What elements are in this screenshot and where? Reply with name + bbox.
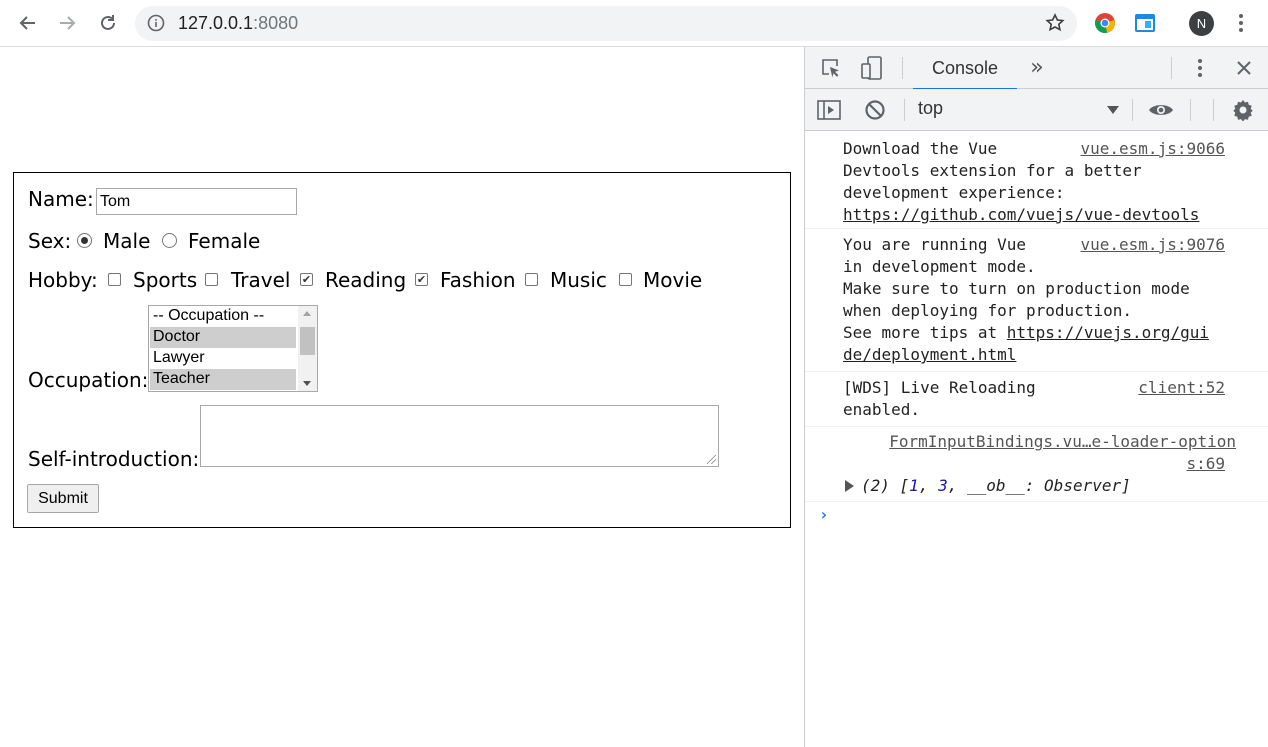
occupation-option[interactable]: Teacher xyxy=(150,369,296,390)
back-button[interactable] xyxy=(16,11,40,35)
radio-female-label: Female xyxy=(188,229,261,253)
devtools-tabbar: Console » xyxy=(805,47,1268,90)
arrow-left-icon xyxy=(19,16,35,30)
logged-array[interactable]: (2) [1, 3, __ob__: Observer] xyxy=(861,475,1131,497)
occupation-label: Occupation: xyxy=(28,368,149,392)
chrome-extension-icon[interactable] xyxy=(1094,12,1116,34)
checkbox-sports[interactable] xyxy=(108,273,121,286)
console-line: You are running Vue xyxy=(843,235,1027,254)
scroll-thumb[interactable] xyxy=(300,327,315,355)
devtools-panel: Console » top vue.esm.js:9066 Download t… xyxy=(804,47,1268,747)
radio-male[interactable] xyxy=(77,233,92,248)
close-icon[interactable] xyxy=(1232,56,1256,80)
window-extension-icon[interactable] xyxy=(1134,12,1156,34)
console-line: Download the Vue xyxy=(843,139,998,158)
context-selector[interactable]: top xyxy=(918,98,943,119)
form-container: Name: Sex: Male Female Hobby: Sports Tra… xyxy=(13,172,791,528)
console-line: enabled. xyxy=(843,400,921,419)
console-line: Devtools extension for a better xyxy=(843,161,1142,180)
tab-console[interactable]: Console xyxy=(913,47,1017,90)
forward-button[interactable] xyxy=(55,11,79,35)
radio-male-label: Male xyxy=(103,229,151,253)
address-bar[interactable]: 127.0.0.1:8080 xyxy=(135,6,1077,41)
more-tabs-icon[interactable]: » xyxy=(1025,55,1049,80)
inspect-element-icon[interactable] xyxy=(819,56,843,80)
console-line: See more tips at https://vuejs.org/gui xyxy=(843,323,1210,342)
profile-avatar[interactable]: N xyxy=(1189,11,1214,36)
occupation-multiselect[interactable]: -- Occupation -- Doctor Lawyer Teacher xyxy=(148,305,318,392)
checkbox-movie[interactable] xyxy=(619,273,632,286)
console-prompt-row[interactable]: › xyxy=(805,502,1268,532)
listbox-scrollbar[interactable] xyxy=(298,306,317,391)
console-line: development experience: xyxy=(843,183,1065,202)
prompt-chevron-icon: › xyxy=(819,505,829,524)
console-line: [WDS] Live Reloading xyxy=(843,378,1036,397)
console-toolbar: top xyxy=(805,89,1268,131)
intro-textarea[interactable] xyxy=(200,405,719,467)
url-text: 127.0.0.1:8080 xyxy=(178,13,299,33)
arrow-right-icon xyxy=(60,16,76,30)
checkbox-music-label: Music xyxy=(550,268,607,292)
source-link[interactable]: client:52 xyxy=(1138,377,1225,399)
name-label: Name: xyxy=(28,187,94,211)
console-line: in development mode. xyxy=(843,257,1036,276)
console-url-link[interactable]: de/deployment.html xyxy=(843,344,1016,366)
console-message: vue.esm.js:9076 You are running Vue in d… xyxy=(805,229,1268,372)
intro-label: Self-introduction: xyxy=(28,447,200,471)
clear-console-icon[interactable] xyxy=(863,98,887,122)
submit-button[interactable]: Submit xyxy=(27,484,99,513)
occupation-option[interactable]: Doctor xyxy=(150,327,296,348)
source-link[interactable]: s:69 xyxy=(1186,453,1225,475)
console-url-link[interactable]: https://github.com/vuejs/vue-devtools xyxy=(843,204,1199,226)
live-expression-eye-icon[interactable] xyxy=(1148,98,1174,122)
source-link[interactable]: vue.esm.js:9066 xyxy=(1081,138,1226,160)
browser-menu-button[interactable] xyxy=(1229,11,1253,35)
console-url-link[interactable]: https://vuejs.org/gui xyxy=(1007,323,1209,342)
hobby-label: Hobby: xyxy=(28,268,98,292)
checkbox-travel-label: Travel xyxy=(231,268,291,292)
devtools-menu-icon[interactable] xyxy=(1190,56,1210,80)
reload-icon xyxy=(101,15,115,30)
reload-button[interactable] xyxy=(96,11,120,35)
scroll-down-icon[interactable] xyxy=(303,381,311,386)
sidebar-toggle-icon[interactable] xyxy=(817,98,841,122)
browser-toolbar: 127.0.0.1:8080 N xyxy=(0,0,1268,47)
console-output: vue.esm.js:9066 Download the Vue Devtool… xyxy=(805,131,1268,532)
bookmark-star-icon[interactable] xyxy=(1045,13,1065,37)
device-toolbar-icon[interactable] xyxy=(860,56,884,80)
name-input[interactable] xyxy=(96,188,297,215)
checkbox-fashion-label: Fashion xyxy=(440,268,516,292)
console-message: vue.esm.js:9066 Download the Vue Devtool… xyxy=(805,131,1268,229)
chevron-down-icon[interactable] xyxy=(1107,106,1119,114)
console-message: FormInputBindings.vu…e-loader-option s:6… xyxy=(805,427,1268,502)
site-info-icon[interactable] xyxy=(147,14,165,36)
checkbox-reading[interactable]: ✔ xyxy=(300,273,313,286)
kebab-menu-icon xyxy=(1239,14,1243,32)
radio-female[interactable] xyxy=(162,233,177,248)
console-message: client:52 [WDS] Live Reloading enabled. xyxy=(805,372,1268,427)
checkbox-reading-label: Reading xyxy=(325,268,407,292)
page-viewport: Name: Sex: Male Female Hobby: Sports Tra… xyxy=(0,47,805,747)
console-line: Make sure to turn on production mode xyxy=(843,279,1190,298)
scroll-up-icon[interactable] xyxy=(303,311,311,316)
sex-label: Sex: xyxy=(28,229,72,253)
source-link[interactable]: vue.esm.js:9076 xyxy=(1081,234,1226,256)
occupation-option[interactable]: -- Occupation -- xyxy=(150,306,296,327)
checkbox-fashion[interactable]: ✔ xyxy=(415,273,428,286)
settings-gear-icon[interactable] xyxy=(1231,98,1255,122)
expand-triangle-icon[interactable] xyxy=(845,480,854,492)
resize-handle-icon[interactable] xyxy=(707,455,716,464)
source-link[interactable]: FormInputBindings.vu…e-loader-option xyxy=(889,431,1236,453)
checkbox-music[interactable] xyxy=(525,273,538,286)
checkbox-sports-label: Sports xyxy=(133,268,198,292)
console-line: when deploying for production. xyxy=(843,301,1132,320)
checkbox-travel[interactable] xyxy=(205,273,218,286)
checkbox-movie-label: Movie xyxy=(643,268,703,292)
occupation-option[interactable]: Lawyer xyxy=(150,348,296,369)
